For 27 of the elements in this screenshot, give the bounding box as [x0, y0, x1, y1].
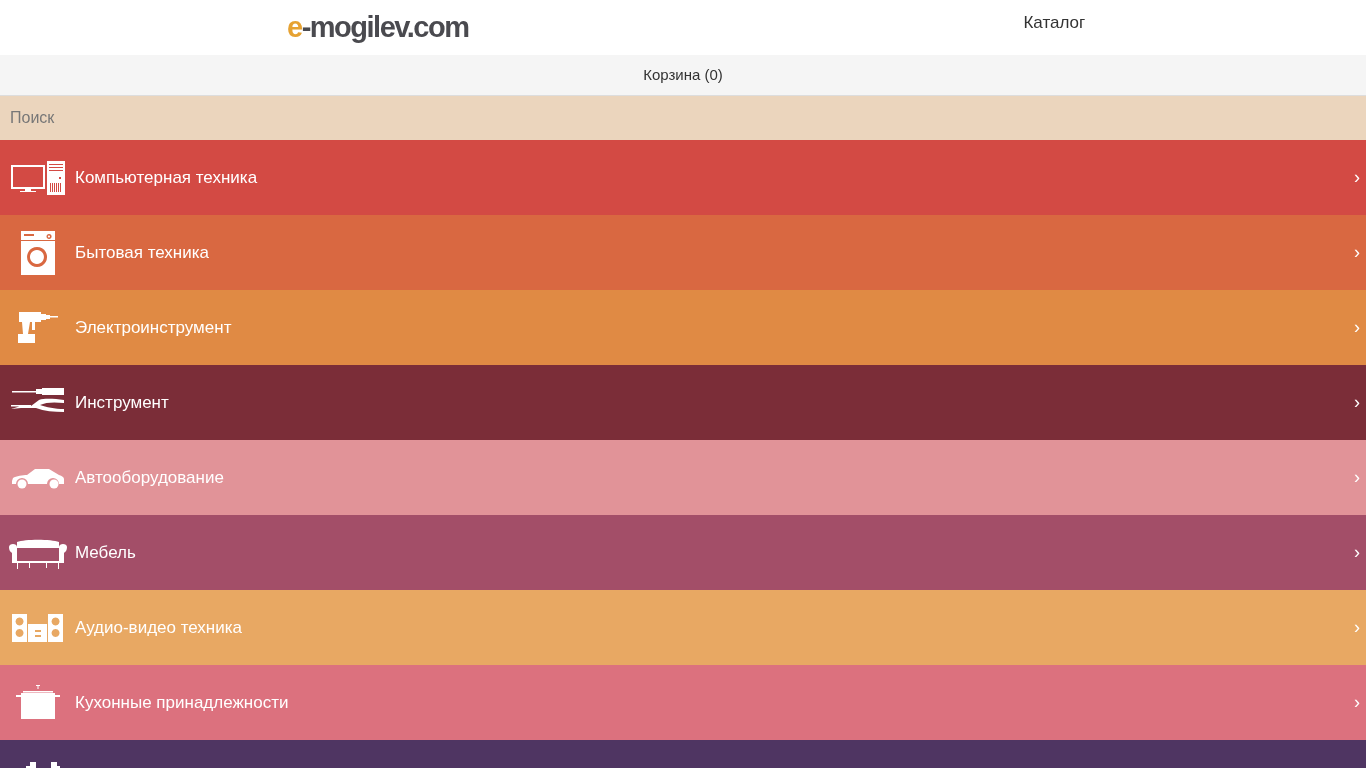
cart-link[interactable]: Корзина (0) [0, 55, 1366, 96]
category-item[interactable]: Компьютерная техника › [0, 140, 1366, 215]
category-label: Мебель [75, 541, 137, 564]
catalog-link[interactable]: Каталог [1023, 9, 1086, 36]
category-label: Инструмент [75, 391, 170, 414]
category-item[interactable]: Мебель › [0, 515, 1366, 590]
category-label: Автооборудование [75, 466, 225, 489]
category-label: Электроинструмент [75, 316, 233, 339]
site-logo[interactable]: e-mogilev.com [287, 5, 469, 50]
chevron-icon: › [1354, 464, 1366, 491]
category-item[interactable]: Автооборудование › [0, 440, 1366, 515]
chevron-icon: › [1354, 239, 1366, 266]
chevron-icon: › [1354, 539, 1366, 566]
category-item[interactable]: Кухонные принадлежности › [0, 665, 1366, 740]
chevron-icon: › [1354, 389, 1366, 416]
category-label: Кухонные принадлежности [75, 691, 290, 714]
search-field[interactable]: Поиск [0, 96, 1366, 140]
category-label: Аудио-видео техника [75, 616, 244, 639]
category-item[interactable]: Инструмент › [0, 365, 1366, 440]
category-label: Бытовая техника [75, 241, 210, 264]
category-item[interactable]: Бытовая техника › [0, 215, 1366, 290]
category-label: Компьютерная техника [75, 166, 259, 189]
category-item[interactable]: Электроинструмент › [0, 290, 1366, 365]
chevron-icon: › [1354, 614, 1366, 641]
chevron-icon: › [1354, 164, 1366, 191]
chevron-icon: › [1354, 314, 1366, 341]
chevron-icon: › [1354, 689, 1366, 716]
